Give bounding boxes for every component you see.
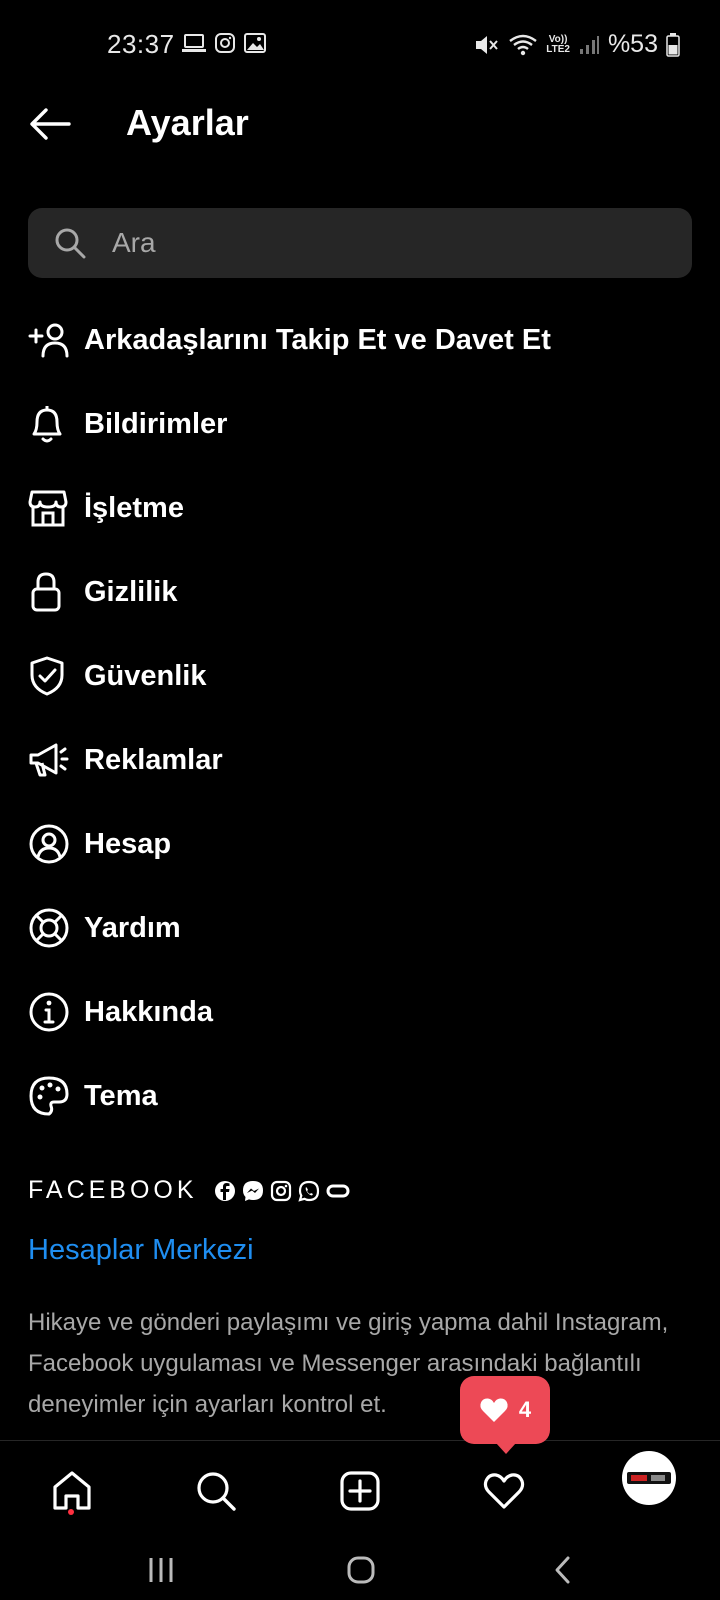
add-person-icon bbox=[28, 319, 70, 361]
palette-icon bbox=[28, 1075, 70, 1117]
megaphone-icon bbox=[28, 739, 70, 781]
menu-item-privacy[interactable]: Gizlilik bbox=[0, 550, 720, 634]
mute-icon bbox=[476, 35, 498, 54]
settings-menu: Arkadaşlarını Takip Et ve Davet Et Bildi… bbox=[0, 298, 720, 1138]
shop-icon bbox=[28, 487, 70, 529]
menu-item-notifications[interactable]: Bildirimler bbox=[0, 382, 720, 466]
chevron-left-icon bbox=[555, 1556, 570, 1584]
menu-item-label: İşletme bbox=[84, 491, 184, 524]
menu-item-label: Gizlilik bbox=[84, 575, 178, 608]
menu-item-account[interactable]: Hesap bbox=[0, 802, 720, 886]
menu-item-security[interactable]: Güvenlik bbox=[0, 634, 720, 718]
back-button[interactable] bbox=[26, 100, 74, 148]
search-input[interactable] bbox=[112, 208, 672, 278]
instagram-icon bbox=[215, 33, 235, 53]
battery-icon bbox=[666, 32, 680, 57]
menu-item-help[interactable]: Yardım bbox=[0, 886, 720, 970]
header: Ayarlar bbox=[0, 88, 720, 200]
instagram-icon bbox=[270, 1180, 291, 1201]
network-type: Vo)) LTE2 bbox=[546, 33, 570, 55]
menu-item-label: Hesap bbox=[84, 827, 172, 860]
accounts-center-link[interactable]: Hesaplar Merkezi bbox=[28, 1234, 254, 1267]
nav-create-button[interactable] bbox=[328, 1459, 392, 1523]
lifebuoy-icon bbox=[28, 907, 70, 949]
home-circle-icon bbox=[347, 1556, 375, 1584]
nav-activity-button[interactable] bbox=[472, 1459, 536, 1523]
status-time: 23:37 bbox=[107, 29, 175, 59]
info-icon bbox=[28, 991, 70, 1033]
menu-item-theme[interactable]: Tema bbox=[0, 1054, 720, 1138]
laptop-icon bbox=[182, 34, 206, 52]
home-icon bbox=[53, 1471, 91, 1510]
recent-apps-button[interactable] bbox=[141, 1552, 181, 1588]
lock-icon bbox=[28, 571, 70, 613]
home-system-button[interactable] bbox=[341, 1552, 381, 1588]
menu-item-label: Bildirimler bbox=[84, 407, 228, 440]
menu-item-label: Tema bbox=[84, 1079, 158, 1112]
oculus-icon bbox=[326, 1184, 350, 1197]
facebook-section-header: FACEBOOK bbox=[28, 1176, 350, 1205]
menu-item-ads[interactable]: Reklamlar bbox=[0, 718, 720, 802]
battery-percent: %53 bbox=[607, 30, 658, 58]
menu-item-business[interactable]: İşletme bbox=[0, 466, 720, 550]
gallery-icon bbox=[244, 33, 266, 53]
whatsapp-icon bbox=[297, 1180, 319, 1202]
profile-avatar[interactable] bbox=[622, 1451, 676, 1505]
activity-notification-bubble[interactable]: 4 bbox=[460, 1376, 550, 1454]
status-bar: 23:37 Vo)) LTE2 %53 bbox=[0, 0, 720, 88]
signal-icon bbox=[579, 35, 599, 54]
account-circle-icon bbox=[28, 823, 70, 865]
nav-search-button[interactable] bbox=[184, 1459, 248, 1523]
heart-icon bbox=[480, 1398, 508, 1422]
facebook-icon bbox=[214, 1180, 235, 1201]
menu-item-label: Hakkında bbox=[84, 995, 213, 1028]
menu-item-label: Reklamlar bbox=[84, 743, 223, 776]
bell-icon bbox=[28, 403, 70, 445]
menu-item-label: Yardım bbox=[84, 911, 181, 944]
wifi-icon bbox=[509, 34, 537, 55]
search-icon bbox=[197, 1472, 236, 1511]
back-system-button[interactable] bbox=[543, 1552, 583, 1588]
plus-square-icon bbox=[340, 1471, 380, 1511]
page-title: Ayarlar bbox=[126, 102, 249, 143]
recent-apps-icon bbox=[149, 1558, 173, 1582]
facebook-title: FACEBOOK bbox=[28, 1176, 198, 1204]
search-box[interactable] bbox=[28, 208, 692, 278]
messenger-icon bbox=[242, 1180, 263, 1201]
shield-check-icon bbox=[28, 655, 70, 697]
system-nav-bar bbox=[0, 1540, 720, 1600]
bottom-nav bbox=[0, 1440, 720, 1540]
arrow-left-icon bbox=[30, 108, 71, 140]
menu-item-label: Arkadaşlarını Takip Et ve Davet Et bbox=[84, 323, 551, 356]
accounts-center-description: Hikaye ve gönderi paylaşımı ve giriş yap… bbox=[28, 1309, 669, 1418]
menu-item-follow-invite[interactable]: Arkadaşlarını Takip Et ve Davet Et bbox=[0, 298, 720, 382]
menu-item-about[interactable]: Hakkında bbox=[0, 970, 720, 1054]
avatar-image bbox=[627, 1472, 671, 1484]
notification-count: 4 bbox=[518, 1397, 532, 1422]
search-icon bbox=[55, 228, 86, 259]
heart-icon bbox=[483, 1473, 525, 1509]
menu-item-label: Güvenlik bbox=[84, 659, 207, 692]
notification-dot bbox=[68, 1509, 74, 1515]
